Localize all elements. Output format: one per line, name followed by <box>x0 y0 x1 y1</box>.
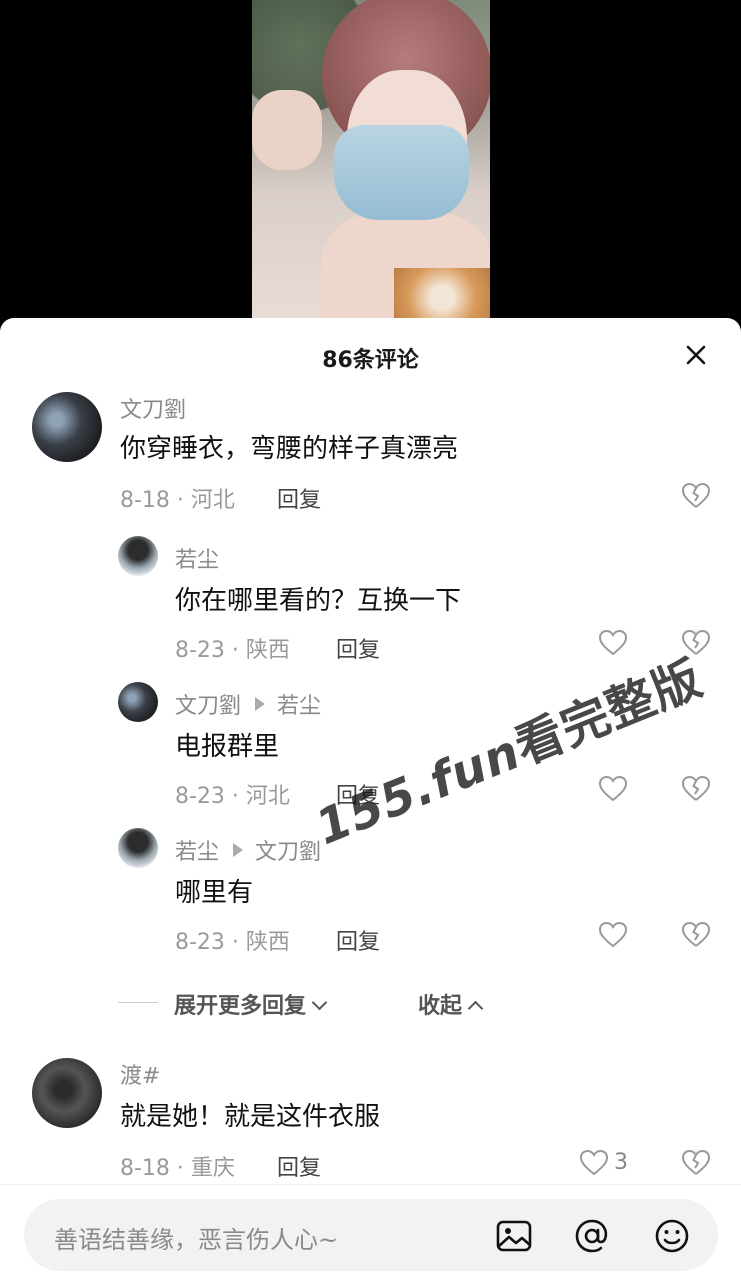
comment-username[interactable]: 文刀劉 <box>120 392 186 424</box>
collapse-label: 收起 <box>418 994 463 1019</box>
comment-input[interactable]: 善语结善缘，恶言伤人心~ <box>24 1199 718 1271</box>
reply-button[interactable]: 回复 <box>336 632 380 664</box>
broken-heart-icon[interactable] <box>680 773 712 805</box>
broken-heart-icon[interactable] <box>680 480 712 512</box>
reply-button[interactable]: 回复 <box>277 1150 321 1182</box>
reply-text: 哪里有 <box>175 878 254 908</box>
comment-input-placeholder: 善语结善缘，恶言伤人心~ <box>54 1226 339 1254</box>
comment-meta: 8-18 · 重庆 <box>120 1156 235 1181</box>
reply-target[interactable]: 文刀劉 <box>255 840 321 865</box>
heart-icon[interactable] <box>597 919 629 951</box>
comment-input-bar: 善语结善缘，恶言伤人心~ <box>0 1184 741 1280</box>
expand-more-label: 展开更多回复 <box>174 994 307 1019</box>
comment-text: 就是她！就是这件衣服 <box>120 1102 381 1132</box>
watermark: 155.fun看完整版 <box>304 639 711 858</box>
comment-text: 你穿睡衣，弯腰的样子真漂亮 <box>120 434 459 464</box>
at-icon[interactable] <box>572 1216 612 1256</box>
expand-more-replies-button[interactable]: 展开更多回复 <box>174 988 328 1020</box>
watermark-text: 看完整版 <box>507 650 711 776</box>
reply-text: 电报群里 <box>175 732 280 762</box>
comment-username[interactable]: 渡# <box>120 1058 160 1090</box>
video-preview[interactable] <box>252 0 490 322</box>
video-figure-hand <box>252 90 322 170</box>
emoji-icon[interactable] <box>652 1216 692 1256</box>
reply-text: 你在哪里看的？互换一下 <box>175 586 462 616</box>
comment-sheet: 86条评论 文刀劉 你穿睡衣，弯腰的样子真漂亮 8-18 · 河北 回复 若尘 … <box>0 318 741 1280</box>
broken-heart-icon[interactable] <box>680 1147 712 1179</box>
reply-button[interactable]: 回复 <box>336 924 380 956</box>
comment-meta: 8-18 · 河北 <box>120 488 235 513</box>
heart-icon[interactable] <box>578 1147 610 1179</box>
avatar[interactable] <box>32 392 102 462</box>
chevron-down-icon <box>311 994 328 1011</box>
avatar[interactable] <box>118 828 158 868</box>
avatar[interactable] <box>32 1058 102 1128</box>
chevron-up-icon <box>467 1000 484 1017</box>
reply-meta: 8-23 · 陕西 <box>175 930 290 955</box>
reply-username[interactable]: 文刀劉 若尘 <box>175 688 321 720</box>
image-icon[interactable] <box>494 1216 534 1256</box>
avatar[interactable] <box>118 536 158 576</box>
reply-username[interactable]: 若尘 文刀劉 <box>175 834 321 866</box>
video-dog-sticker <box>394 268 490 322</box>
reply-username[interactable]: 若尘 <box>175 542 219 574</box>
reply-meta: 8-23 · 河北 <box>175 784 290 809</box>
video-figure-mask <box>334 125 469 220</box>
like-count: 3 <box>614 1150 628 1175</box>
expand-divider <box>118 1002 158 1003</box>
watermark-url: 155.fun <box>308 723 529 857</box>
close-icon[interactable] <box>681 340 711 370</box>
collapse-replies-button[interactable]: 收起 <box>418 988 484 1020</box>
broken-heart-icon[interactable] <box>680 919 712 951</box>
reply-target[interactable]: 若尘 <box>277 694 321 719</box>
reply-arrow-icon <box>233 843 244 857</box>
reply-meta: 8-23 · 陕西 <box>175 638 290 663</box>
reply-author[interactable]: 文刀劉 <box>175 694 241 719</box>
avatar[interactable] <box>118 682 158 722</box>
reply-author[interactable]: 若尘 <box>175 840 219 865</box>
heart-icon[interactable] <box>597 773 629 805</box>
heart-icon[interactable] <box>597 627 629 659</box>
comment-count-title: 86条评论 <box>322 348 419 373</box>
reply-button[interactable]: 回复 <box>277 482 321 514</box>
reply-arrow-icon <box>255 697 266 711</box>
